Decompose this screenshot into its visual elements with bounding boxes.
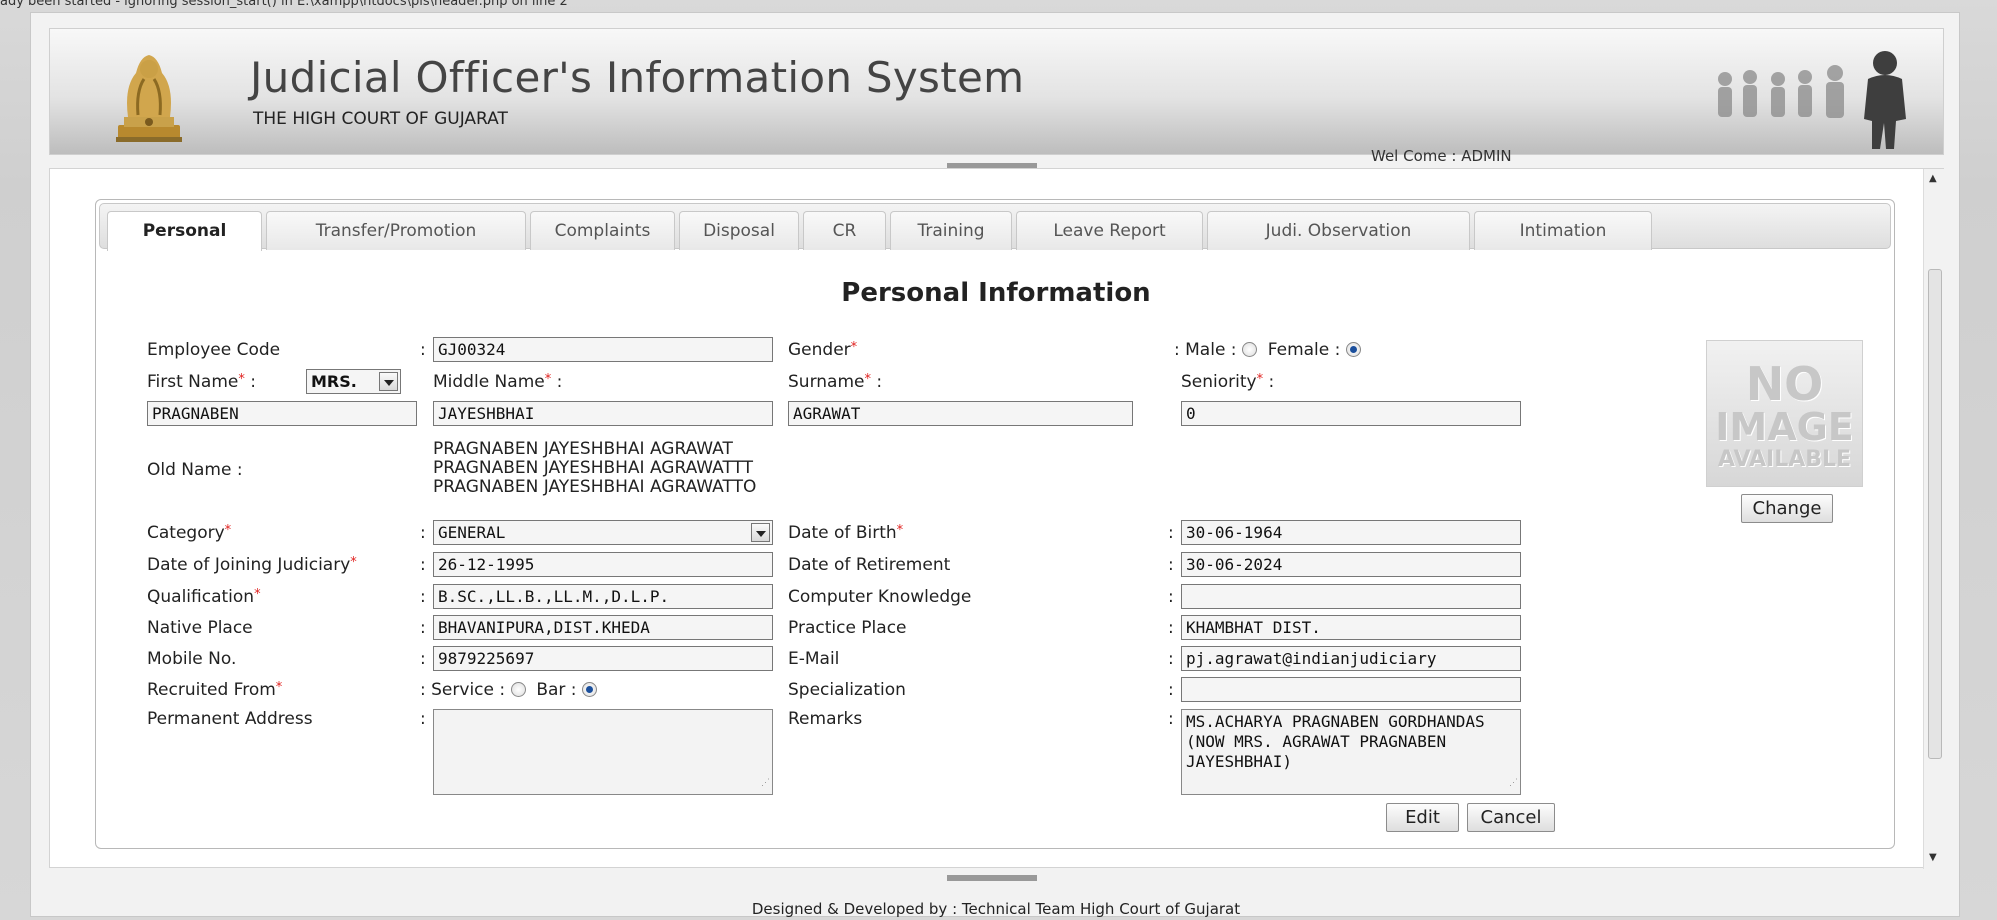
scroll-up-icon[interactable]: ▲ xyxy=(1929,173,1937,184)
old-name-item: PRAGNABEN JAYESHBHAI AGRAWAT xyxy=(433,439,733,459)
employee-code-field[interactable]: GJ00324 xyxy=(433,337,773,362)
qualification-label: Qualification* xyxy=(147,587,261,607)
bar-radio[interactable] xyxy=(581,682,597,697)
service-label: Service : xyxy=(431,680,506,700)
tab-disposal[interactable]: Disposal xyxy=(679,211,799,250)
dob-field[interactable]: 30-06-1964 xyxy=(1181,520,1521,545)
php-warning-text: ady been started - ignoring session_star… xyxy=(0,0,568,9)
category-label: Category* xyxy=(147,523,232,543)
tab-bar: Personal Transfer/Promotion Complaints D… xyxy=(99,203,1891,251)
cancel-button[interactable]: Cancel xyxy=(1467,803,1555,832)
people-silhouette-icon xyxy=(1718,51,1906,149)
remarks-label: Remarks xyxy=(788,709,863,729)
seniority-label: Seniority* : xyxy=(1181,372,1275,392)
category-select[interactable]: GENERAL xyxy=(433,520,773,545)
no-image-text: NO xyxy=(1745,357,1824,411)
tab-intimation[interactable]: Intimation xyxy=(1474,211,1652,250)
native-place-field[interactable]: BHAVANIPURA,DIST.KHEDA xyxy=(433,615,773,640)
page-title: Personal Information xyxy=(841,278,1151,308)
edit-button[interactable]: Edit xyxy=(1386,803,1459,832)
remarks-value: MS.ACHARYA PRAGNABEN GORDHANDAS (NOW MRS… xyxy=(1186,712,1485,771)
doj-field[interactable]: 26-12-1995 xyxy=(433,552,773,577)
middle-name-label: Middle Name* : xyxy=(433,372,563,392)
old-name-item: PRAGNABEN JAYESHBHAI AGRAWATTO xyxy=(433,477,757,497)
tab-cr[interactable]: CR xyxy=(803,211,886,250)
old-name-label: Old Name : xyxy=(147,460,243,480)
page-frame: Judicial Officer's Information System TH… xyxy=(30,12,1960,918)
vertical-scrollbar[interactable]: ▲ ▼ xyxy=(1923,169,1945,869)
old-name-list: PRAGNABEN JAYESHBHAI AGRAWAT PRAGNABEN J… xyxy=(433,440,756,497)
personal-panel: Personal Transfer/Promotion Complaints D… xyxy=(95,199,1895,849)
practice-place-label: Practice Place xyxy=(788,618,907,638)
resize-handle-icon[interactable]: ⋰ xyxy=(1509,773,1518,793)
specialization-field[interactable] xyxy=(1181,677,1521,702)
app-subtitle: THE HIGH COURT OF GUJARAT xyxy=(253,109,508,129)
recruited-from-label: Recruited From* xyxy=(147,680,283,700)
doj-label: Date of Joining Judiciary* xyxy=(147,555,357,575)
old-name-item: PRAGNABEN JAYESHBHAI AGRAWATTT xyxy=(433,458,754,478)
first-name-field[interactable]: PRAGNABEN xyxy=(147,401,417,426)
change-photo-button[interactable]: Change xyxy=(1741,494,1833,523)
tab-transfer-promotion[interactable]: Transfer/Promotion xyxy=(266,211,526,250)
chevron-down-icon[interactable] xyxy=(751,523,770,542)
email-label: E-Mail xyxy=(788,649,840,669)
no-image-text: IMAGE xyxy=(1715,405,1854,449)
site-header: Judicial Officer's Information System TH… xyxy=(49,28,1944,165)
surname-label: Surname* : xyxy=(788,372,883,392)
first-name-label: First Name* : xyxy=(147,372,256,392)
computer-knowledge-label: Computer Knowledge xyxy=(788,587,972,607)
mobile-field[interactable]: 9879225697 xyxy=(433,646,773,671)
practice-place-field[interactable]: KHAMBHAT DIST. xyxy=(1181,615,1521,640)
dor-label: Date of Retirement xyxy=(788,555,951,575)
female-radio[interactable] xyxy=(1345,342,1361,357)
mobile-label: Mobile No. xyxy=(147,649,237,669)
scrollbar-thumb[interactable] xyxy=(1928,269,1942,759)
name-title-select[interactable]: MRS. xyxy=(306,369,401,394)
middle-name-field[interactable]: JAYESHBHAI xyxy=(433,401,773,426)
male-radio[interactable] xyxy=(1241,342,1257,357)
category-value: GENERAL xyxy=(438,523,506,542)
tab-personal[interactable]: Personal xyxy=(107,211,262,251)
qualification-field[interactable]: B.SC.,LL.B.,LL.M.,D.L.P. xyxy=(433,584,773,609)
resize-handle-icon[interactable]: ⋰ xyxy=(761,773,770,793)
recruited-options: : Service : Bar : xyxy=(420,680,597,700)
scroll-down-icon[interactable]: ▼ xyxy=(1929,852,1937,863)
gender-options: : Male : Female : xyxy=(1174,340,1361,360)
female-label: Female : xyxy=(1267,340,1341,360)
male-label: Male : xyxy=(1185,340,1237,360)
footer-credit: Designed & Developed by : Technical Team… xyxy=(751,900,1241,918)
state-emblem-icon xyxy=(116,55,182,142)
gender-label: Gender* xyxy=(788,340,858,360)
no-image-text: AVAILABLE xyxy=(1717,447,1852,472)
surname-field[interactable]: AGRAWAT xyxy=(788,401,1133,426)
tab-judi-observation[interactable]: Judi. Observation xyxy=(1207,211,1470,250)
computer-knowledge-field[interactable] xyxy=(1181,584,1521,609)
dor-field[interactable]: 30-06-2024 xyxy=(1181,552,1521,577)
resize-grip-bottom[interactable] xyxy=(947,875,1037,881)
permanent-address-label: Permanent Address xyxy=(147,709,313,729)
content-area: Personal Transfer/Promotion Complaints D… xyxy=(49,168,1945,869)
remarks-field[interactable]: MS.ACHARYA PRAGNABEN GORDHANDAS (NOW MRS… xyxy=(1181,709,1521,795)
no-image-placeholder: NO IMAGE AVAILABLE xyxy=(1706,340,1863,487)
employee-code-label: Employee Code xyxy=(147,340,281,360)
specialization-label: Specialization xyxy=(788,680,906,700)
chevron-down-icon[interactable] xyxy=(379,372,398,391)
tab-training[interactable]: Training xyxy=(890,211,1012,250)
name-title-value: MRS. xyxy=(311,372,357,391)
native-place-label: Native Place xyxy=(147,618,253,638)
tab-leave-report[interactable]: Leave Report xyxy=(1016,211,1203,250)
email-field[interactable]: pj.agrawat@indianjudiciary xyxy=(1181,646,1521,671)
service-radio[interactable] xyxy=(510,682,526,697)
permanent-address-field[interactable]: ⋰ xyxy=(433,709,773,795)
tab-complaints[interactable]: Complaints xyxy=(530,211,675,250)
welcome-text: Wel Come : ADMIN xyxy=(1371,147,1512,165)
seniority-field[interactable]: 0 xyxy=(1181,401,1521,426)
dob-label: Date of Birth* xyxy=(788,523,904,543)
app-title: Judicial Officer's Information System xyxy=(250,53,1025,102)
bar-label: Bar : xyxy=(536,680,577,700)
